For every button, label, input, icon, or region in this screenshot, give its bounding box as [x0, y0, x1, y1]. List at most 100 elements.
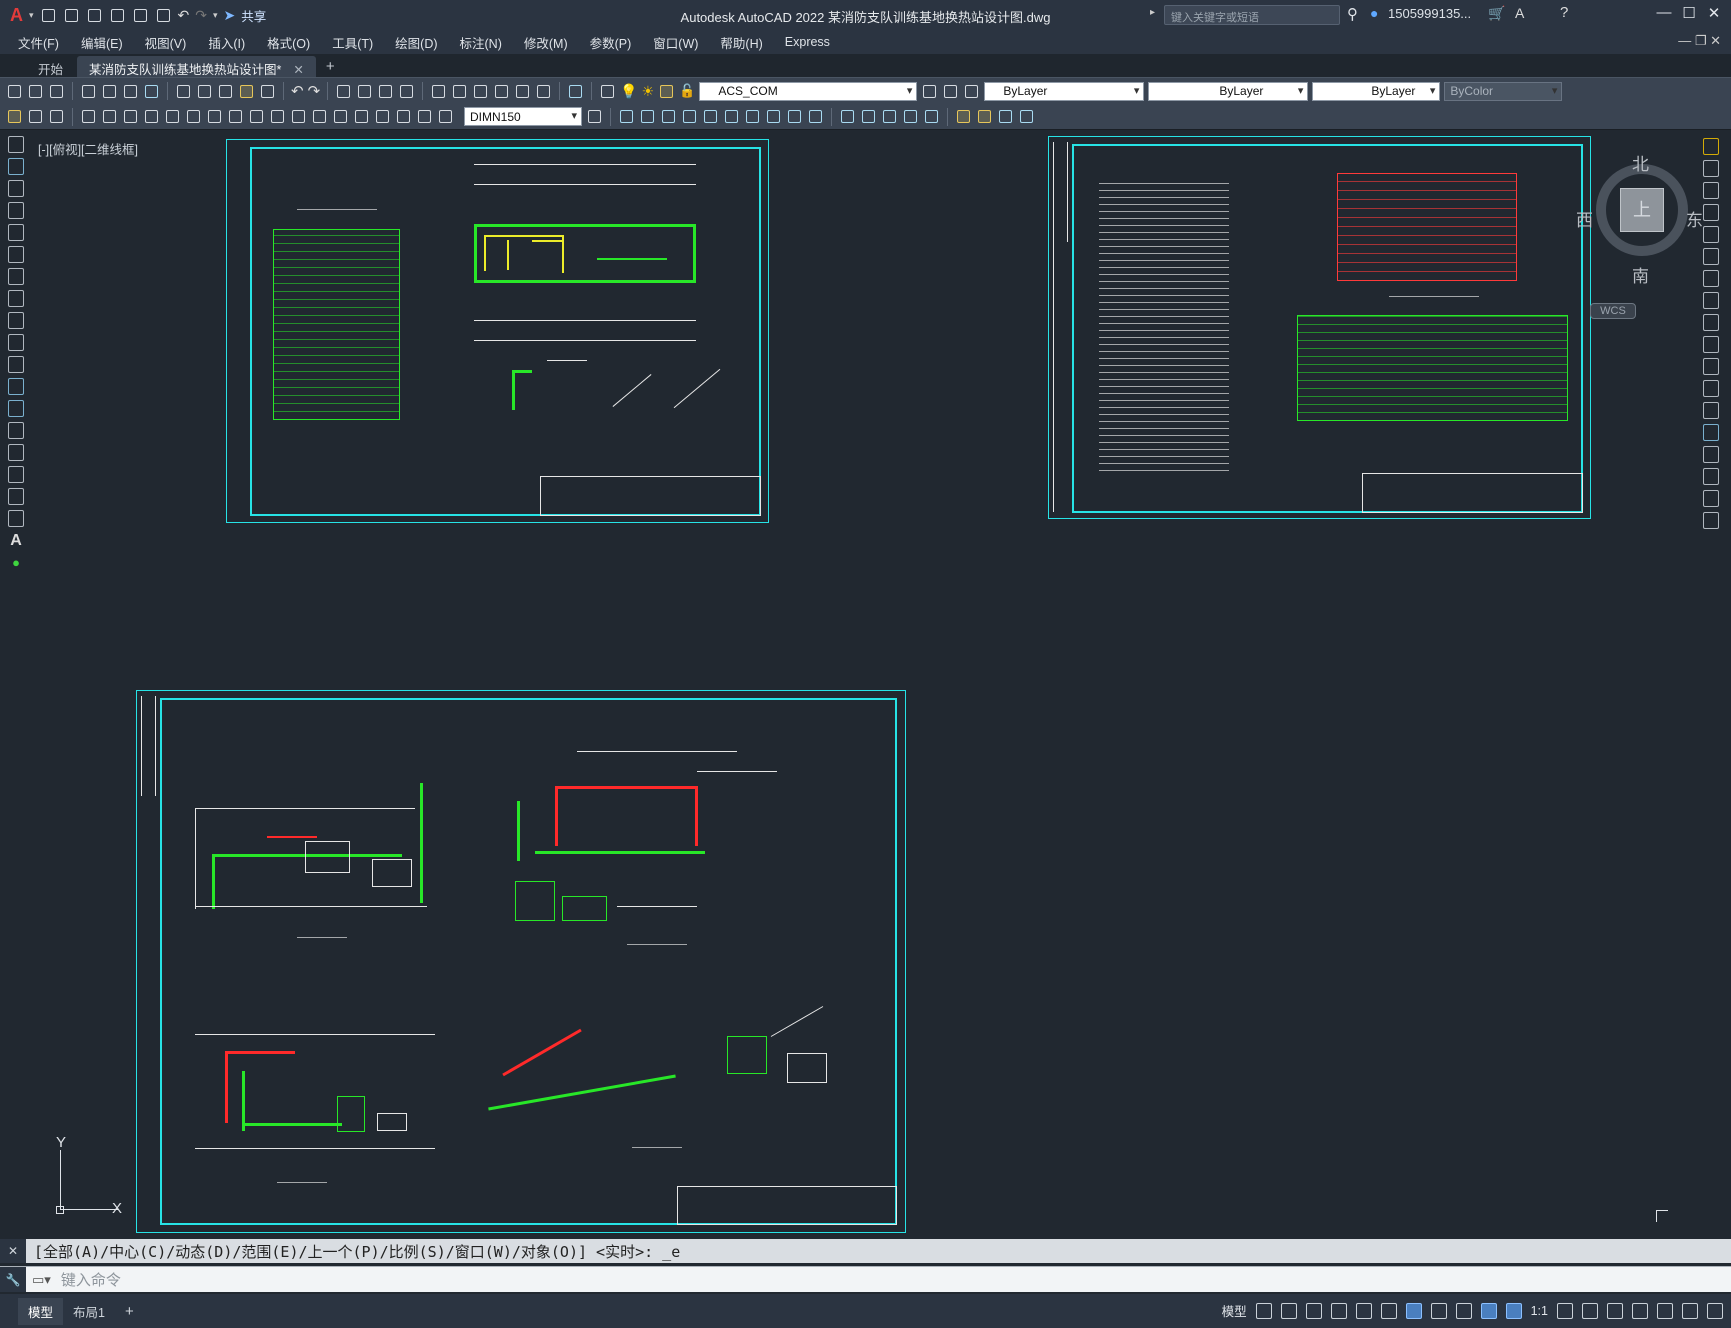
redo-tool-icon[interactable]: ↷: [308, 82, 321, 100]
trim-icon[interactable]: [786, 108, 803, 125]
compass-west[interactable]: 西: [1576, 206, 1593, 231]
redo-icon[interactable]: ↷: [195, 7, 207, 24]
mirror-object-icon[interactable]: [1703, 182, 1719, 199]
dim-aligned-icon[interactable]: [48, 108, 65, 125]
freeze-viewport-icon[interactable]: [658, 83, 675, 100]
print-icon[interactable]: [80, 83, 97, 100]
command-input[interactable]: 键入命令: [61, 1269, 121, 1290]
sun-icon[interactable]: ☀: [642, 83, 655, 100]
dim-angular-icon[interactable]: [185, 108, 202, 125]
mirror-icon[interactable]: [639, 108, 656, 125]
cart-icon[interactable]: 🛒: [1488, 5, 1505, 22]
help-icon[interactable]: ?: [1560, 4, 1568, 21]
join-icon[interactable]: [860, 108, 877, 125]
break-icon[interactable]: [839, 108, 856, 125]
calculator-icon[interactable]: [535, 83, 552, 100]
gradient-tool-icon[interactable]: [8, 466, 24, 483]
point-tool-icon[interactable]: [8, 422, 24, 439]
save-file-icon[interactable]: [48, 83, 65, 100]
zoom-previous-icon[interactable]: [398, 83, 415, 100]
layer-previous-icon[interactable]: [942, 83, 959, 100]
snap-icon[interactable]: [1280, 1302, 1297, 1319]
close-command-icon[interactable]: ✕: [0, 1239, 26, 1263]
open-icon[interactable]: [63, 7, 80, 24]
move-icon[interactable]: [702, 108, 719, 125]
make-block-icon[interactable]: [976, 108, 993, 125]
fillet-icon[interactable]: [902, 108, 919, 125]
dim-space-icon[interactable]: [269, 108, 286, 125]
new-tab-button[interactable]: +: [318, 56, 343, 77]
osnap-tracking-icon[interactable]: [1380, 1302, 1397, 1319]
block-editor-icon[interactable]: [259, 83, 276, 100]
break-object-icon[interactable]: [1703, 402, 1719, 419]
add-selected-icon[interactable]: ●: [12, 555, 20, 570]
chamfer-icon[interactable]: [881, 108, 898, 125]
plotstyle-dropdown[interactable]: ByColor: [1444, 81, 1563, 101]
share-button[interactable]: 共享: [241, 6, 266, 25]
close-icon[interactable]: ✕: [1703, 4, 1725, 22]
array-icon[interactable]: [681, 108, 698, 125]
arc-tool-icon[interactable]: [8, 246, 24, 263]
preview-icon[interactable]: [101, 83, 118, 100]
block-tool-icon[interactable]: [8, 400, 24, 417]
center-mark-icon[interactable]: [332, 108, 349, 125]
menu-view[interactable]: 视图(V): [145, 33, 187, 52]
linetype-dropdown[interactable]: ByLayer: [1148, 81, 1309, 101]
polyline-tool-icon[interactable]: [8, 180, 24, 197]
quick-properties-icon[interactable]: [1632, 1302, 1648, 1319]
share-icon[interactable]: ➤: [224, 7, 236, 24]
polygon-tool-icon[interactable]: [8, 202, 24, 219]
layer-states-icon[interactable]: [963, 83, 980, 100]
save-as-icon[interactable]: [109, 7, 126, 24]
quick-dim-icon[interactable]: [206, 108, 223, 125]
circle-tool-icon[interactable]: [8, 268, 24, 285]
tolerance-icon[interactable]: [311, 108, 328, 125]
model-space-toggle[interactable]: 模型: [1222, 1301, 1247, 1320]
menu-express[interactable]: Express: [785, 35, 830, 49]
copy-tool-icon[interactable]: [618, 108, 635, 125]
line-tool-icon[interactable]: [8, 136, 24, 153]
insert-block-icon[interactable]: [955, 108, 972, 125]
offset-icon[interactable]: [660, 108, 677, 125]
tab-model[interactable]: 模型: [18, 1297, 64, 1325]
units-icon[interactable]: [1607, 1302, 1623, 1319]
properties-icon[interactable]: [430, 83, 447, 100]
explode-icon[interactable]: [923, 108, 940, 125]
hatch-icon[interactable]: [997, 108, 1014, 125]
lineweight-dropdown[interactable]: ByLayer: [1312, 81, 1441, 101]
spline-tool-icon[interactable]: [8, 312, 24, 329]
command-line[interactable]: 🔧 ▭▾ 键入命令: [0, 1266, 1731, 1292]
mtext-tool-icon[interactable]: A: [10, 532, 22, 550]
autodesk-app-icon[interactable]: A: [1515, 5, 1524, 21]
break-at-point-icon[interactable]: [1703, 380, 1719, 397]
table-tool-icon[interactable]: [8, 510, 24, 527]
join-object-icon[interactable]: [1703, 424, 1719, 441]
ellipse-arc-tool-icon[interactable]: [8, 356, 24, 373]
dim-text-edit-icon[interactable]: [416, 108, 433, 125]
copy-object-icon[interactable]: [1703, 160, 1719, 177]
cut-icon[interactable]: [175, 83, 192, 100]
wcs-menu[interactable]: WCS: [1590, 303, 1636, 319]
minimize-icon[interactable]: —: [1653, 4, 1675, 21]
revcloud-tool-icon[interactable]: [8, 290, 24, 307]
dim-linear-icon[interactable]: [27, 108, 44, 125]
menu-help[interactable]: 帮助(H): [720, 33, 762, 52]
annotation-scale[interactable]: 1:1: [1531, 1304, 1548, 1318]
fillet-object-icon[interactable]: [1703, 468, 1719, 485]
isodraft-icon[interactable]: [1355, 1302, 1372, 1319]
3d-print-icon[interactable]: [143, 83, 160, 100]
insert-tool-icon[interactable]: [8, 378, 24, 395]
design-center-icon[interactable]: [451, 83, 468, 100]
customize-status-icon[interactable]: [1707, 1302, 1723, 1319]
extend-object-icon[interactable]: [1703, 358, 1719, 375]
web-icon[interactable]: [132, 7, 149, 24]
blend-curves-icon[interactable]: [1703, 490, 1719, 507]
search-expand-icon[interactable]: ▸: [1150, 7, 1155, 18]
dimstyle-dropdown[interactable]: DIMN150: [464, 107, 582, 126]
pan-icon[interactable]: [335, 83, 352, 100]
command-prompt-icon[interactable]: ▭▾: [32, 1272, 51, 1288]
inspection-icon[interactable]: [353, 108, 370, 125]
qnew-icon[interactable]: [6, 83, 23, 100]
move-object-icon[interactable]: [1703, 248, 1719, 265]
dim-baseline-icon[interactable]: [227, 108, 244, 125]
